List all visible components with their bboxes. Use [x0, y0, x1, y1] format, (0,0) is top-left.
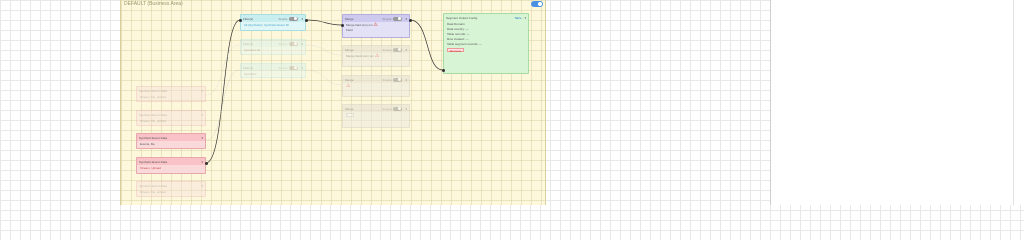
zone-title: DEFAULT (Business Area) [124, 1, 183, 7]
merge-title: Merge [345, 16, 354, 21]
merge-extra: Field [346, 28, 353, 32]
zone-toggle[interactable] [531, 1, 543, 7]
source-detail: Events, file [140, 142, 155, 146]
input-port[interactable] [341, 24, 344, 27]
source-node[interactable]: Synthetic Event Data ▾ Stream, file, uplo… [136, 86, 206, 102]
merge-title: Merge [345, 77, 354, 82]
input-port[interactable] [239, 19, 242, 22]
filter-node[interactable]: Filter(s) Simple ▾ Synthetic [240, 63, 306, 78]
merge-title: Merge [345, 106, 354, 111]
source-title: Synthetic Event Data [139, 135, 168, 140]
filter-toggle[interactable] [289, 65, 299, 70]
filter-node[interactable]: Filter(s) Simple ▾ All (Synthetic), Synthe… [240, 14, 306, 31]
source-title: Synthetic Event Data [139, 88, 168, 93]
chevron-down-icon[interactable]: ▾ [201, 89, 203, 93]
output-port[interactable] [409, 19, 412, 22]
remove-button[interactable]: Remove [447, 48, 465, 53]
source-detail: Stream, Upload [140, 166, 161, 170]
destination-title: Segment Output Config [446, 15, 478, 20]
destination-line: Table segment records: — [447, 42, 483, 46]
destination-type: Table [514, 15, 522, 20]
chevron-down-icon[interactable]: ▾ [201, 113, 203, 117]
merge-mode: Simple [382, 47, 392, 52]
merge-node[interactable]: Merge Simple ▾ Merge field (sm) sm ⚠ Field [342, 14, 410, 38]
merge-mode: Simple [382, 106, 392, 111]
source-node[interactable]: Synthetic Event Data ▾ Stream, file, uplo… [136, 181, 206, 197]
merge-detail: Merge field (sm) sm [346, 23, 373, 27]
merge-node[interactable]: Merge Simple ▾ ⚠ [342, 75, 410, 97]
source-node[interactable]: Synthetic Event Data ▾ Events, file [136, 133, 206, 149]
chevron-down-icon[interactable]: ▾ [524, 16, 526, 20]
filter-toggle[interactable] [289, 16, 299, 21]
merge-detail: Merge fields (sm) sm [346, 54, 375, 58]
filter-mode: Simple [278, 41, 288, 46]
source-title: Synthetic Event Data [139, 183, 168, 188]
merge-node[interactable]: Merge Simple ▾ Merge fields (sm) sm ⚠ [342, 45, 410, 67]
output-port[interactable] [305, 19, 308, 22]
destination-node[interactable]: Segment Output Config Table ▾ Data Domain … [443, 13, 529, 74]
filter-title: Filter(s) [243, 41, 254, 46]
source-title: Synthetic Event Data [139, 112, 168, 117]
filter-toggle[interactable] [289, 41, 299, 46]
chevron-down-icon[interactable]: ▾ [405, 17, 407, 21]
output-port[interactable] [205, 162, 208, 165]
merge-toggle[interactable] [393, 77, 403, 82]
chevron-down-icon[interactable]: ▾ [405, 48, 407, 52]
source-node[interactable]: Synthetic Event Data ▾ Stream, file, uplo… [136, 110, 206, 126]
chevron-down-icon[interactable]: ▾ [201, 136, 203, 140]
source-detail: Stream, file, upload [140, 190, 166, 194]
source-title: Synthetic Event Data [139, 159, 168, 164]
chevron-down-icon[interactable]: ▾ [201, 160, 203, 164]
chevron-down-icon[interactable]: ▾ [301, 17, 303, 21]
warning-icon: ⚠ [346, 83, 351, 89]
merge-mode: Simple [382, 16, 392, 21]
chevron-down-icon[interactable]: ▾ [301, 42, 303, 46]
filter-detail: Synthetic ID [244, 48, 261, 52]
filter-detail: Synthetic [244, 72, 257, 76]
warning-icon: ⚠ [373, 22, 378, 28]
merge-title: Merge [345, 47, 354, 52]
source-detail: Stream, file, upload [140, 95, 166, 99]
chevron-down-icon[interactable]: ▾ [405, 78, 407, 82]
merge-toggle[interactable] [393, 106, 403, 111]
chevron-down-icon[interactable]: ▾ [201, 184, 203, 188]
merge-toggle[interactable] [393, 47, 403, 52]
source-detail: Stream, file, upload [140, 119, 166, 123]
chevron-down-icon[interactable]: ▾ [405, 107, 407, 111]
warning-icon: ⚠ [374, 53, 380, 59]
merge-field-input[interactable] [346, 113, 354, 117]
source-node[interactable]: Synthetic Event Data ▾ Stream, Upload [136, 157, 206, 174]
filter-mode: Simple [278, 65, 288, 70]
filter-title: Filter(s) [243, 65, 254, 70]
filter-mode: Simple [278, 16, 288, 21]
merge-mode: Simple [382, 77, 392, 82]
panel-divider [1013, 0, 1014, 205]
right-panel [770, 0, 1024, 205]
merge-node[interactable]: Merge Simple ▾ [342, 104, 410, 128]
filter-title: Filter(s) [243, 16, 254, 21]
filter-detail: All (Synthetic), Synthetic Event ID [244, 23, 289, 27]
merge-toggle[interactable] [393, 16, 403, 21]
chevron-down-icon[interactable]: ▾ [301, 66, 303, 70]
filter-node[interactable]: Filter(s) Simple ▾ Synthetic ID [240, 39, 306, 55]
input-port[interactable] [442, 69, 445, 72]
